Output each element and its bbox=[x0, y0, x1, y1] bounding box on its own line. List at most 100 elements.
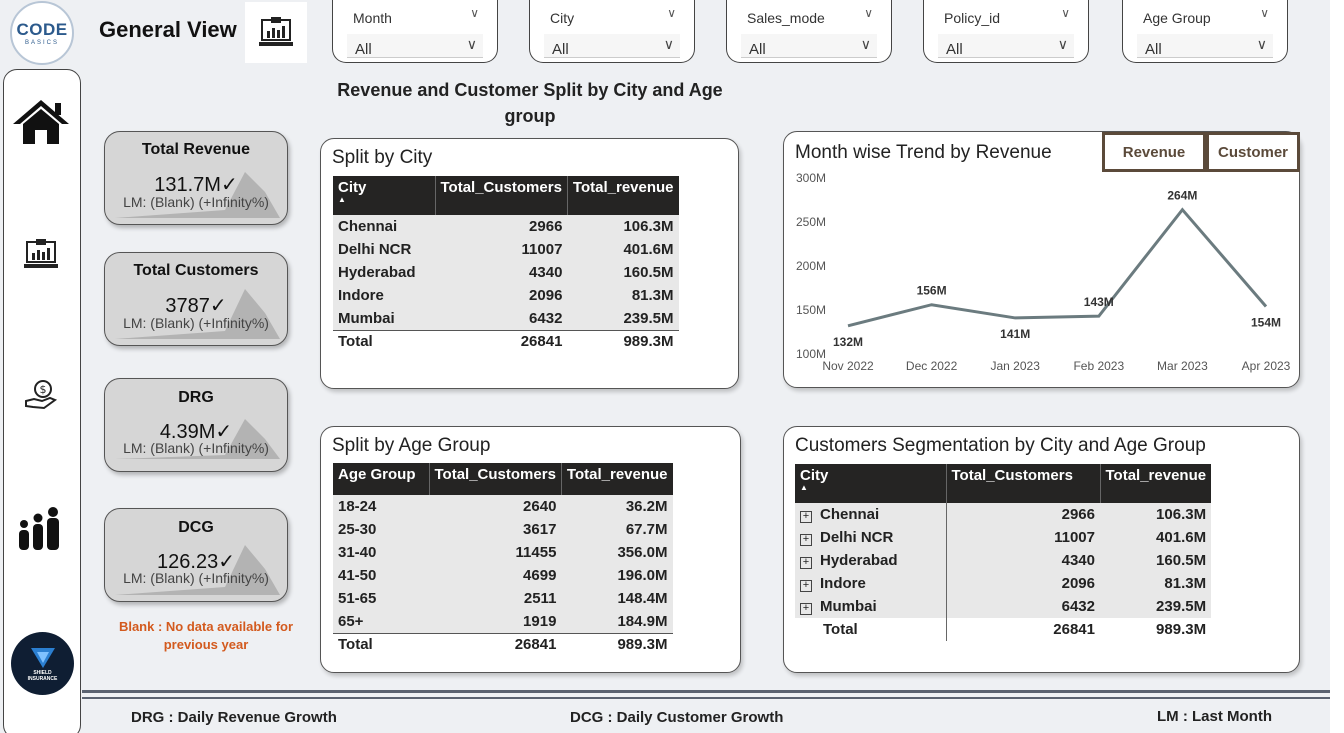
table-row[interactable]: 65+ 1919 184.9M bbox=[333, 610, 673, 633]
column-header[interactable]: Total_revenue bbox=[567, 176, 679, 215]
kpi-subtext: LM: (Blank) (+Infinity%) bbox=[123, 194, 269, 210]
x-tick-label: Feb 2023 bbox=[1073, 359, 1124, 373]
chevron-down-icon[interactable]: ∨ bbox=[1061, 6, 1070, 20]
footer-dcg-legend: DCG : Daily Customer Growth bbox=[570, 709, 784, 726]
age-split-table: Age Group Total_Customers Total_revenue … bbox=[333, 463, 673, 656]
chevron-down-icon[interactable]: ∨ bbox=[1260, 6, 1269, 20]
segmentation-panel: Customers Segmentation by City and Age G… bbox=[783, 426, 1300, 673]
sort-ascending-icon[interactable]: ▲ bbox=[800, 484, 941, 492]
slicer-value: All bbox=[946, 41, 963, 58]
kpi-card-drg[interactable]: DRG 4.39M✓ LM: (Blank) (+Infinity%) bbox=[104, 378, 288, 472]
table-row[interactable]: Mumbai 6432 239.5M bbox=[333, 307, 679, 330]
column-header[interactable]: Total_Customers bbox=[435, 176, 568, 215]
footer-lm-legend: LM : Last Month bbox=[1157, 708, 1272, 725]
slicer-value: All bbox=[1145, 41, 1162, 58]
table-row[interactable]: + Chennai 2966 106.3M bbox=[795, 503, 1212, 526]
table-row[interactable]: Indore 2096 81.3M bbox=[333, 284, 679, 307]
y-tick-label: 200M bbox=[796, 259, 826, 273]
slicer-dropdown[interactable]: All ∨ bbox=[938, 34, 1074, 58]
footer-divider bbox=[82, 697, 1330, 699]
panel-title: Split by City bbox=[332, 147, 433, 168]
slicer-month[interactable]: Month ∨ All ∨ bbox=[332, 0, 498, 63]
city-split-panel: Split by City City ▲ Total_Customers Tota… bbox=[320, 138, 739, 389]
x-tick-label: Mar 2023 bbox=[1157, 359, 1208, 373]
table-row[interactable]: 51-65 2511 148.4M bbox=[333, 587, 673, 610]
kpi-card-total-revenue[interactable]: Total Revenue 131.7M✓ LM: (Blank) (+Infi… bbox=[104, 131, 288, 225]
table-row[interactable]: 41-50 4699 196.0M bbox=[333, 564, 673, 587]
kpi-card-total-customers[interactable]: Total Customers 3787✓ LM: (Blank) (+Infi… bbox=[104, 252, 288, 346]
customer-toggle-button[interactable]: Customer bbox=[1206, 132, 1300, 172]
section-title: Revenue and Customer Split by City and A… bbox=[337, 80, 723, 126]
home-icon[interactable] bbox=[10, 92, 72, 152]
total-row: Total 26841 989.3M bbox=[795, 618, 1212, 641]
y-tick-label: 300M bbox=[796, 171, 826, 185]
slicer-label: City bbox=[550, 10, 575, 26]
money-hand-icon[interactable]: $ bbox=[10, 364, 72, 424]
sort-ascending-icon[interactable]: ▲ bbox=[338, 196, 430, 204]
chevron-down-icon[interactable]: ∨ bbox=[864, 6, 873, 20]
column-header[interactable]: Total_Customers bbox=[429, 463, 562, 495]
x-tick-label: Apr 2023 bbox=[1242, 359, 1291, 373]
check-icon: ✓ bbox=[209, 295, 227, 317]
column-header[interactable]: City ▲ bbox=[795, 464, 947, 503]
revenue-toggle-button[interactable]: Revenue bbox=[1102, 132, 1206, 172]
kpi-report-icon[interactable] bbox=[10, 225, 72, 285]
footer-divider bbox=[82, 690, 1330, 693]
data-label: 141M bbox=[1000, 327, 1030, 341]
slicer-city[interactable]: City ∨ All ∨ bbox=[529, 0, 695, 63]
slicer-dropdown[interactable]: All ∨ bbox=[347, 34, 483, 58]
column-header[interactable]: Total_Customers bbox=[946, 464, 1101, 503]
table-row[interactable]: + Mumbai 6432 239.5M bbox=[795, 595, 1212, 618]
chevron-down-icon[interactable]: ∨ bbox=[1058, 36, 1068, 53]
shield-insurance-logo: SHIELD INSURANCE bbox=[11, 632, 74, 695]
chevron-down-icon[interactable]: ∨ bbox=[861, 36, 871, 53]
chevron-down-icon[interactable]: ∨ bbox=[470, 6, 479, 20]
chevron-down-icon[interactable]: ∨ bbox=[1257, 36, 1267, 53]
column-header[interactable]: Age Group bbox=[333, 463, 430, 495]
expand-icon[interactable]: + bbox=[800, 511, 812, 523]
slicer-sales-mode[interactable]: Sales_mode ∨ All ∨ bbox=[726, 0, 892, 63]
table-row[interactable]: 25-30 3617 67.7M bbox=[333, 518, 673, 541]
column-header[interactable]: Total_revenue bbox=[1100, 464, 1212, 503]
expand-icon[interactable]: + bbox=[800, 603, 812, 615]
table-row[interactable]: 31-40 11455 356.0M bbox=[333, 541, 673, 564]
table-row[interactable]: + Delhi NCR 11007 401.6M bbox=[795, 526, 1212, 549]
side-nav: $ SHIELD INSURANCE bbox=[3, 69, 81, 733]
chevron-down-icon[interactable]: ∨ bbox=[667, 6, 676, 20]
y-tick-label: 250M bbox=[796, 215, 826, 229]
data-label: 156M bbox=[917, 284, 947, 298]
total-row: Total 26841 989.3M bbox=[333, 632, 673, 656]
x-tick-label: Nov 2022 bbox=[822, 359, 874, 373]
svg-text:$: $ bbox=[40, 383, 47, 396]
slicer-dropdown[interactable]: All ∨ bbox=[544, 34, 680, 58]
table-row[interactable]: Delhi NCR 11007 401.6M bbox=[333, 238, 679, 261]
table-row[interactable]: + Hyderabad 4340 160.5M bbox=[795, 549, 1212, 572]
table-row[interactable]: Hyderabad 4340 160.5M bbox=[333, 261, 679, 284]
expand-icon[interactable]: + bbox=[800, 534, 812, 546]
kpi-card-dcg[interactable]: DCG 126.23✓ LM: (Blank) (+Infinity%) bbox=[104, 508, 288, 602]
table-row[interactable]: 18-24 2640 36.2M bbox=[333, 495, 673, 518]
column-header[interactable]: Total_revenue bbox=[561, 463, 673, 495]
chevron-down-icon[interactable]: ∨ bbox=[664, 36, 674, 53]
slicer-policy-id[interactable]: Policy_id ∨ All ∨ bbox=[923, 0, 1089, 63]
age-split-panel: Split by Age Group Age Group Total_Custo… bbox=[320, 426, 741, 673]
kpi-report-icon[interactable] bbox=[245, 2, 307, 63]
table-row[interactable]: + Indore 2096 81.3M bbox=[795, 572, 1212, 595]
slicer-age-group[interactable]: Age Group ∨ All ∨ bbox=[1122, 0, 1288, 63]
expand-icon[interactable]: + bbox=[800, 580, 812, 592]
series-line-revenue[interactable] bbox=[847, 207, 1268, 328]
family-icon[interactable] bbox=[10, 498, 72, 558]
table-row[interactable]: Chennai 2966 106.3M bbox=[333, 215, 679, 238]
slicer-label: Policy_id bbox=[944, 10, 1001, 26]
expand-icon[interactable]: + bbox=[800, 557, 812, 569]
slicer-dropdown[interactable]: All ∨ bbox=[1137, 34, 1273, 58]
chevron-down-icon[interactable]: ∨ bbox=[467, 36, 477, 53]
segmentation-matrix: City ▲ Total_Customers Total_revenue + Che… bbox=[795, 464, 1212, 641]
x-tick-label: Jan 2023 bbox=[991, 359, 1041, 373]
data-label: 154M bbox=[1251, 315, 1281, 329]
total-row: Total 26841 989.3M bbox=[333, 329, 679, 353]
column-header[interactable]: City ▲ bbox=[333, 176, 436, 215]
slicer-dropdown[interactable]: All ∨ bbox=[741, 34, 877, 58]
panel-title: Split by Age Group bbox=[332, 435, 491, 456]
brand-text: SHIELD INSURANCE bbox=[27, 669, 58, 682]
